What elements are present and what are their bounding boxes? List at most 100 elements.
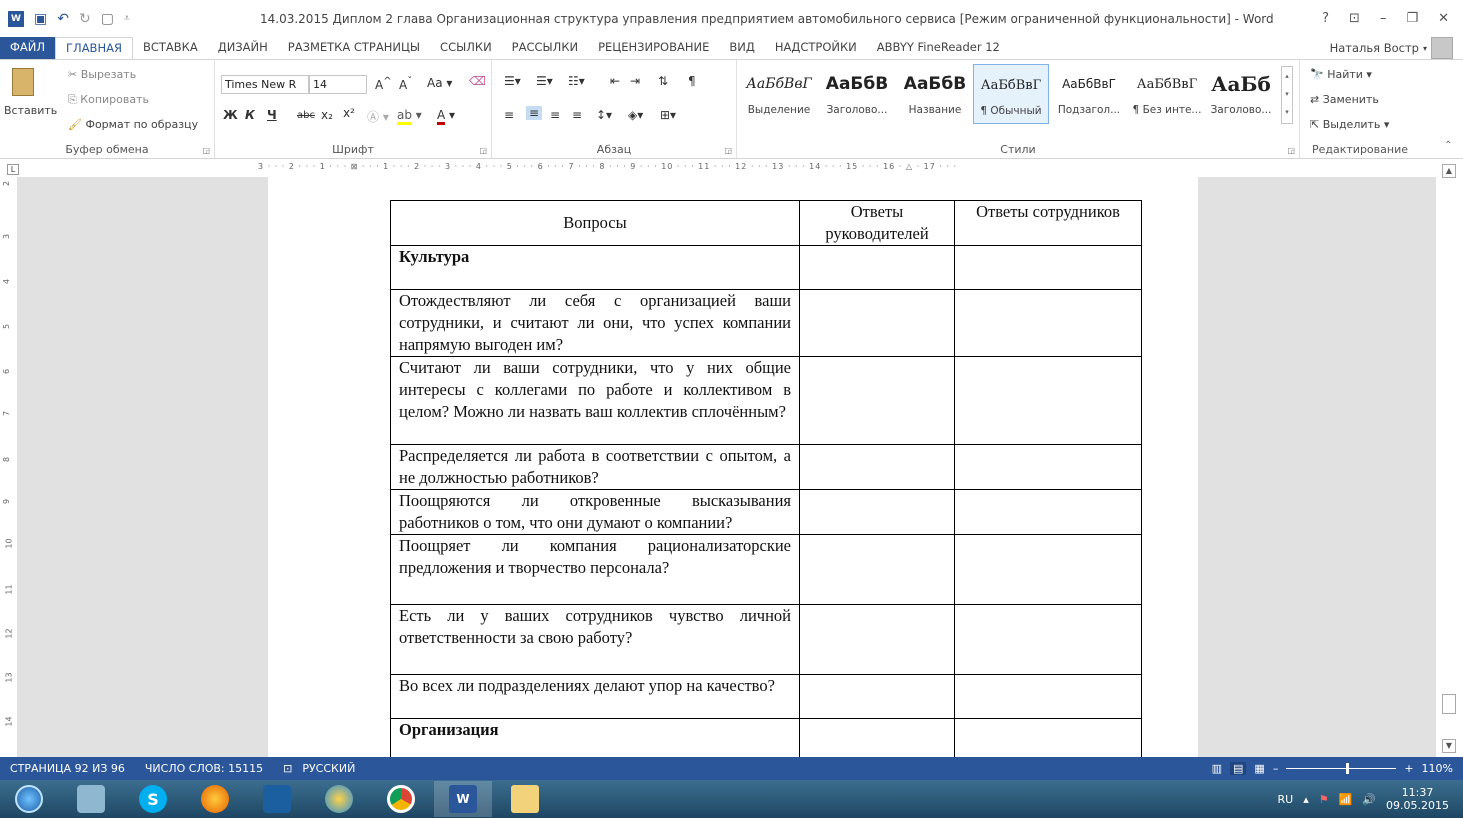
section-heading-cell[interactable]: Культура bbox=[390, 245, 800, 290]
tab-home[interactable]: ГЛАВНАЯ bbox=[55, 37, 133, 59]
manager-answer-cell[interactable] bbox=[799, 289, 955, 357]
font-name-select[interactable]: Times New R bbox=[221, 75, 309, 94]
style-no-spacing[interactable]: АаБбВвГ ¶ Без инте... bbox=[1129, 64, 1205, 124]
zoom-level[interactable]: 110% bbox=[1422, 762, 1453, 775]
scroll-thumb[interactable] bbox=[1442, 694, 1456, 714]
increase-indent-icon[interactable]: ⇥ bbox=[630, 74, 640, 88]
close-button[interactable]: ✕ bbox=[1438, 11, 1449, 26]
document-page[interactable]: Вопросы Ответы руководителей Ответы сотр… bbox=[268, 177, 1198, 757]
tab-design[interactable]: ДИЗАЙН bbox=[208, 37, 278, 59]
manager-answer-cell[interactable] bbox=[799, 674, 955, 719]
underline-button[interactable]: Ч bbox=[267, 108, 277, 122]
styles-scroll[interactable]: ▴ ▾ ▾ bbox=[1281, 66, 1293, 124]
tab-view[interactable]: ВИД bbox=[719, 37, 764, 59]
tab-review[interactable]: РЕЦЕНЗИРОВАНИЕ bbox=[588, 37, 719, 59]
vertical-ruler[interactable]: 2 3 4 5 6 7 8 9 10 11 12 13 14 bbox=[0, 177, 18, 757]
employee-answer-cell[interactable] bbox=[954, 356, 1142, 445]
collapse-ribbon-icon[interactable]: ⌃ bbox=[1444, 140, 1452, 151]
subscript-button[interactable]: x₂ bbox=[321, 108, 333, 122]
format-painter-button[interactable]: 🖌 Формат по образцу bbox=[68, 118, 198, 131]
font-color-icon[interactable]: A ▾ bbox=[437, 108, 455, 125]
manager-answer-cell[interactable] bbox=[799, 489, 955, 535]
paste-icon[interactable] bbox=[12, 68, 34, 96]
borders-icon[interactable]: ⊞▾ bbox=[660, 108, 676, 122]
superscript-button[interactable]: x² bbox=[343, 106, 355, 120]
question-cell[interactable]: Считают ли ваши сотрудники, что у них об… bbox=[390, 356, 800, 445]
tab-abbyy[interactable]: ABBYY FineReader 12 bbox=[867, 37, 1010, 59]
skype-icon[interactable]: S bbox=[124, 781, 182, 817]
redo-icon[interactable]: ↻ bbox=[79, 11, 91, 27]
restore-button[interactable]: ❐ bbox=[1406, 11, 1418, 26]
header-employees[interactable]: Ответы сотрудников bbox=[954, 200, 1142, 246]
manager-answer-cell[interactable] bbox=[799, 604, 955, 675]
bold-button[interactable]: Ж bbox=[223, 108, 238, 122]
vertical-scrollbar[interactable]: ▲ ▼ bbox=[1436, 159, 1463, 757]
align-right-icon[interactable]: ≡ bbox=[550, 108, 560, 122]
question-cell[interactable]: Поощряет ли компания рационализаторские … bbox=[390, 534, 800, 605]
tab-insert[interactable]: ВСТАВКА bbox=[133, 37, 208, 59]
employee-answer-cell[interactable] bbox=[954, 674, 1142, 719]
sort-icon[interactable]: ⇅ bbox=[658, 74, 668, 88]
manager-answer-cell[interactable] bbox=[799, 356, 955, 445]
manager-answer-cell[interactable] bbox=[799, 534, 955, 605]
read-mode-icon[interactable]: ▥ bbox=[1212, 762, 1222, 775]
save-icon[interactable]: ▣ bbox=[34, 11, 47, 27]
decrease-indent-icon[interactable]: ⇤ bbox=[610, 74, 620, 88]
word-count[interactable]: ЧИСЛО СЛОВ: 15115 bbox=[135, 762, 273, 775]
multilevel-icon[interactable]: ☷▾ bbox=[568, 74, 585, 88]
align-center-icon[interactable]: ≡ bbox=[526, 106, 543, 120]
section-heading-cell[interactable]: Организация bbox=[390, 718, 800, 757]
undo-icon[interactable]: ↶ bbox=[57, 11, 69, 27]
dialog-launcher-icon[interactable]: ◲ bbox=[1287, 146, 1295, 155]
ribbon-display-button[interactable]: ⊡ bbox=[1349, 11, 1360, 26]
tab-selector[interactable]: L bbox=[7, 164, 19, 175]
header-questions[interactable]: Вопросы bbox=[390, 200, 800, 246]
italic-button[interactable]: К bbox=[245, 108, 255, 122]
minimize-button[interactable]: – bbox=[1380, 11, 1387, 26]
customize-qat-icon[interactable]: ⩡ bbox=[124, 13, 130, 24]
explorer-icon[interactable] bbox=[496, 781, 554, 817]
strikethrough-button[interactable]: abc bbox=[297, 110, 315, 121]
language-indicator[interactable]: RU bbox=[1278, 793, 1294, 806]
employee-answer-cell[interactable] bbox=[954, 444, 1142, 490]
zoom-out-button[interactable]: – bbox=[1273, 762, 1279, 775]
clear-format-icon[interactable]: ⌫ bbox=[469, 74, 486, 88]
clock[interactable]: 11:37 09.05.2015 bbox=[1386, 786, 1449, 812]
firefox-icon[interactable] bbox=[186, 781, 244, 817]
line-spacing-icon[interactable]: ↕▾ bbox=[596, 108, 612, 122]
dialog-launcher-icon[interactable]: ◲ bbox=[202, 146, 210, 155]
zoom-slider[interactable] bbox=[1286, 763, 1397, 774]
employee-answer-cell[interactable] bbox=[954, 718, 1142, 757]
new-doc-icon[interactable]: ▢ bbox=[101, 11, 114, 27]
web-layout-icon[interactable]: ▦ bbox=[1254, 762, 1264, 775]
justify-icon[interactable]: ≡ bbox=[572, 108, 582, 122]
network-app-icon[interactable] bbox=[62, 781, 120, 817]
style-emphasis[interactable]: АаБбВвГ Выделение bbox=[741, 64, 817, 124]
copy-button[interactable]: ⎘ Копировать bbox=[68, 93, 149, 107]
tab-mailings[interactable]: РАССЫЛКИ bbox=[502, 37, 588, 59]
question-cell[interactable]: Поощряются ли откровенные высказывания р… bbox=[390, 489, 800, 535]
style-heading2[interactable]: АаБб Заголово... bbox=[1207, 64, 1275, 124]
dialog-launcher-icon[interactable]: ◲ bbox=[479, 146, 487, 155]
style-subtitle[interactable]: АаБбВвГ Подзагол... bbox=[1051, 64, 1127, 124]
employee-answer-cell[interactable] bbox=[954, 289, 1142, 357]
user-account[interactable]: Наталья Востр ▾ bbox=[1330, 37, 1463, 59]
font-size-select[interactable]: 14 bbox=[309, 75, 367, 94]
shrink-font-button[interactable]: Aˇ bbox=[399, 76, 412, 92]
help-button[interactable]: ? bbox=[1322, 11, 1329, 26]
scroll-up-button[interactable]: ▲ bbox=[1442, 164, 1456, 178]
chrome-icon[interactable] bbox=[372, 781, 430, 817]
select-button[interactable]: ⇱ Выделить ▾ bbox=[1310, 118, 1389, 131]
dialog-launcher-icon[interactable]: ◲ bbox=[724, 146, 732, 155]
start-button[interactable] bbox=[0, 781, 58, 817]
manager-answer-cell[interactable] bbox=[799, 444, 955, 490]
page-count[interactable]: СТРАНИЦА 92 ИЗ 96 bbox=[0, 762, 135, 775]
question-cell[interactable]: Во всех ли подразделениях делают упор на… bbox=[390, 674, 800, 719]
numbering-icon[interactable]: ☰▾ bbox=[536, 74, 553, 88]
zoom-in-button[interactable]: + bbox=[1404, 762, 1413, 775]
header-managers[interactable]: Ответы руководителей bbox=[799, 200, 955, 246]
scroll-down-button[interactable]: ▼ bbox=[1442, 739, 1456, 753]
manager-answer-cell[interactable] bbox=[799, 718, 955, 757]
network-icon[interactable]: 📶 bbox=[1339, 793, 1353, 806]
manager-answer-cell[interactable] bbox=[799, 245, 955, 290]
